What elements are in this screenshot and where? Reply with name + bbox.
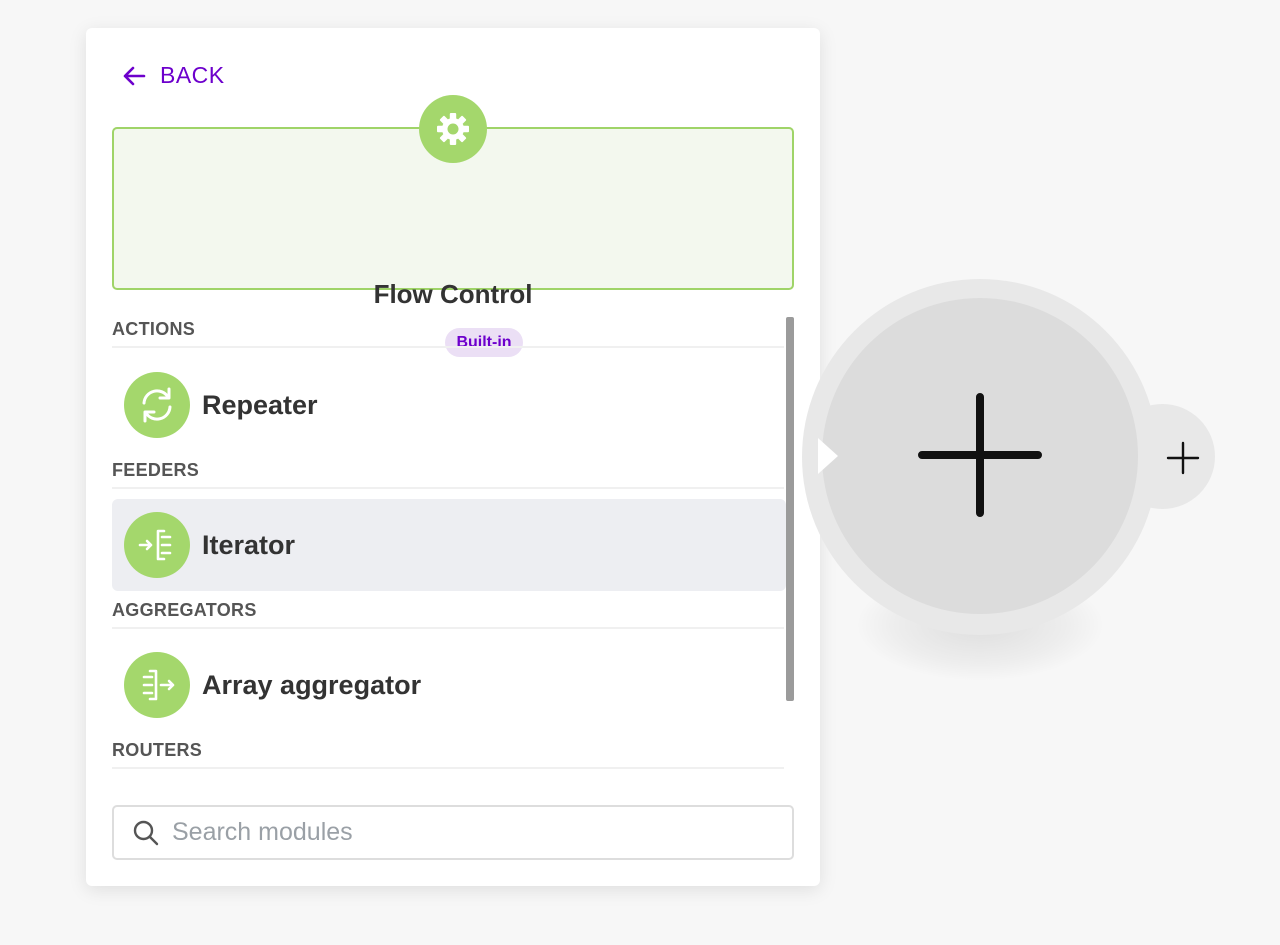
module-picker-panel: BACK Flow Control Built-in ACTIONS Repea… [86, 28, 820, 886]
module-array-aggregator[interactable]: Array aggregator [112, 639, 786, 731]
plus-icon [1166, 441, 1200, 475]
repeat-icon [124, 372, 190, 438]
arrow-left-icon [123, 66, 146, 85]
module-name: Iterator [202, 529, 296, 560]
section-header-feeders: FEEDERS [112, 460, 784, 489]
search-modules-input[interactable] [172, 812, 792, 853]
search-icon [133, 820, 159, 845]
gear-icon [419, 95, 487, 163]
back-button[interactable]: BACK [122, 62, 225, 89]
plus-icon [918, 393, 1042, 517]
search-box [112, 805, 794, 860]
section-header-routers: ROUTERS [112, 740, 784, 769]
section-header-actions: ACTIONS [112, 319, 784, 348]
list-scrollbar[interactable] [786, 317, 794, 701]
node-pointer [818, 438, 838, 474]
module-repeater[interactable]: Repeater [112, 359, 786, 451]
add-module-node-button[interactable] [822, 298, 1138, 614]
back-label: BACK [160, 62, 225, 88]
iterator-icon [124, 512, 190, 578]
module-name: Repeater [202, 389, 318, 420]
section-header-aggregators: AGGREGATORS [112, 600, 784, 629]
array-aggregator-icon [124, 652, 190, 718]
app-title: Flow Control [373, 279, 533, 309]
module-iterator[interactable]: Iterator [112, 499, 786, 591]
module-name: Array aggregator [202, 669, 422, 700]
